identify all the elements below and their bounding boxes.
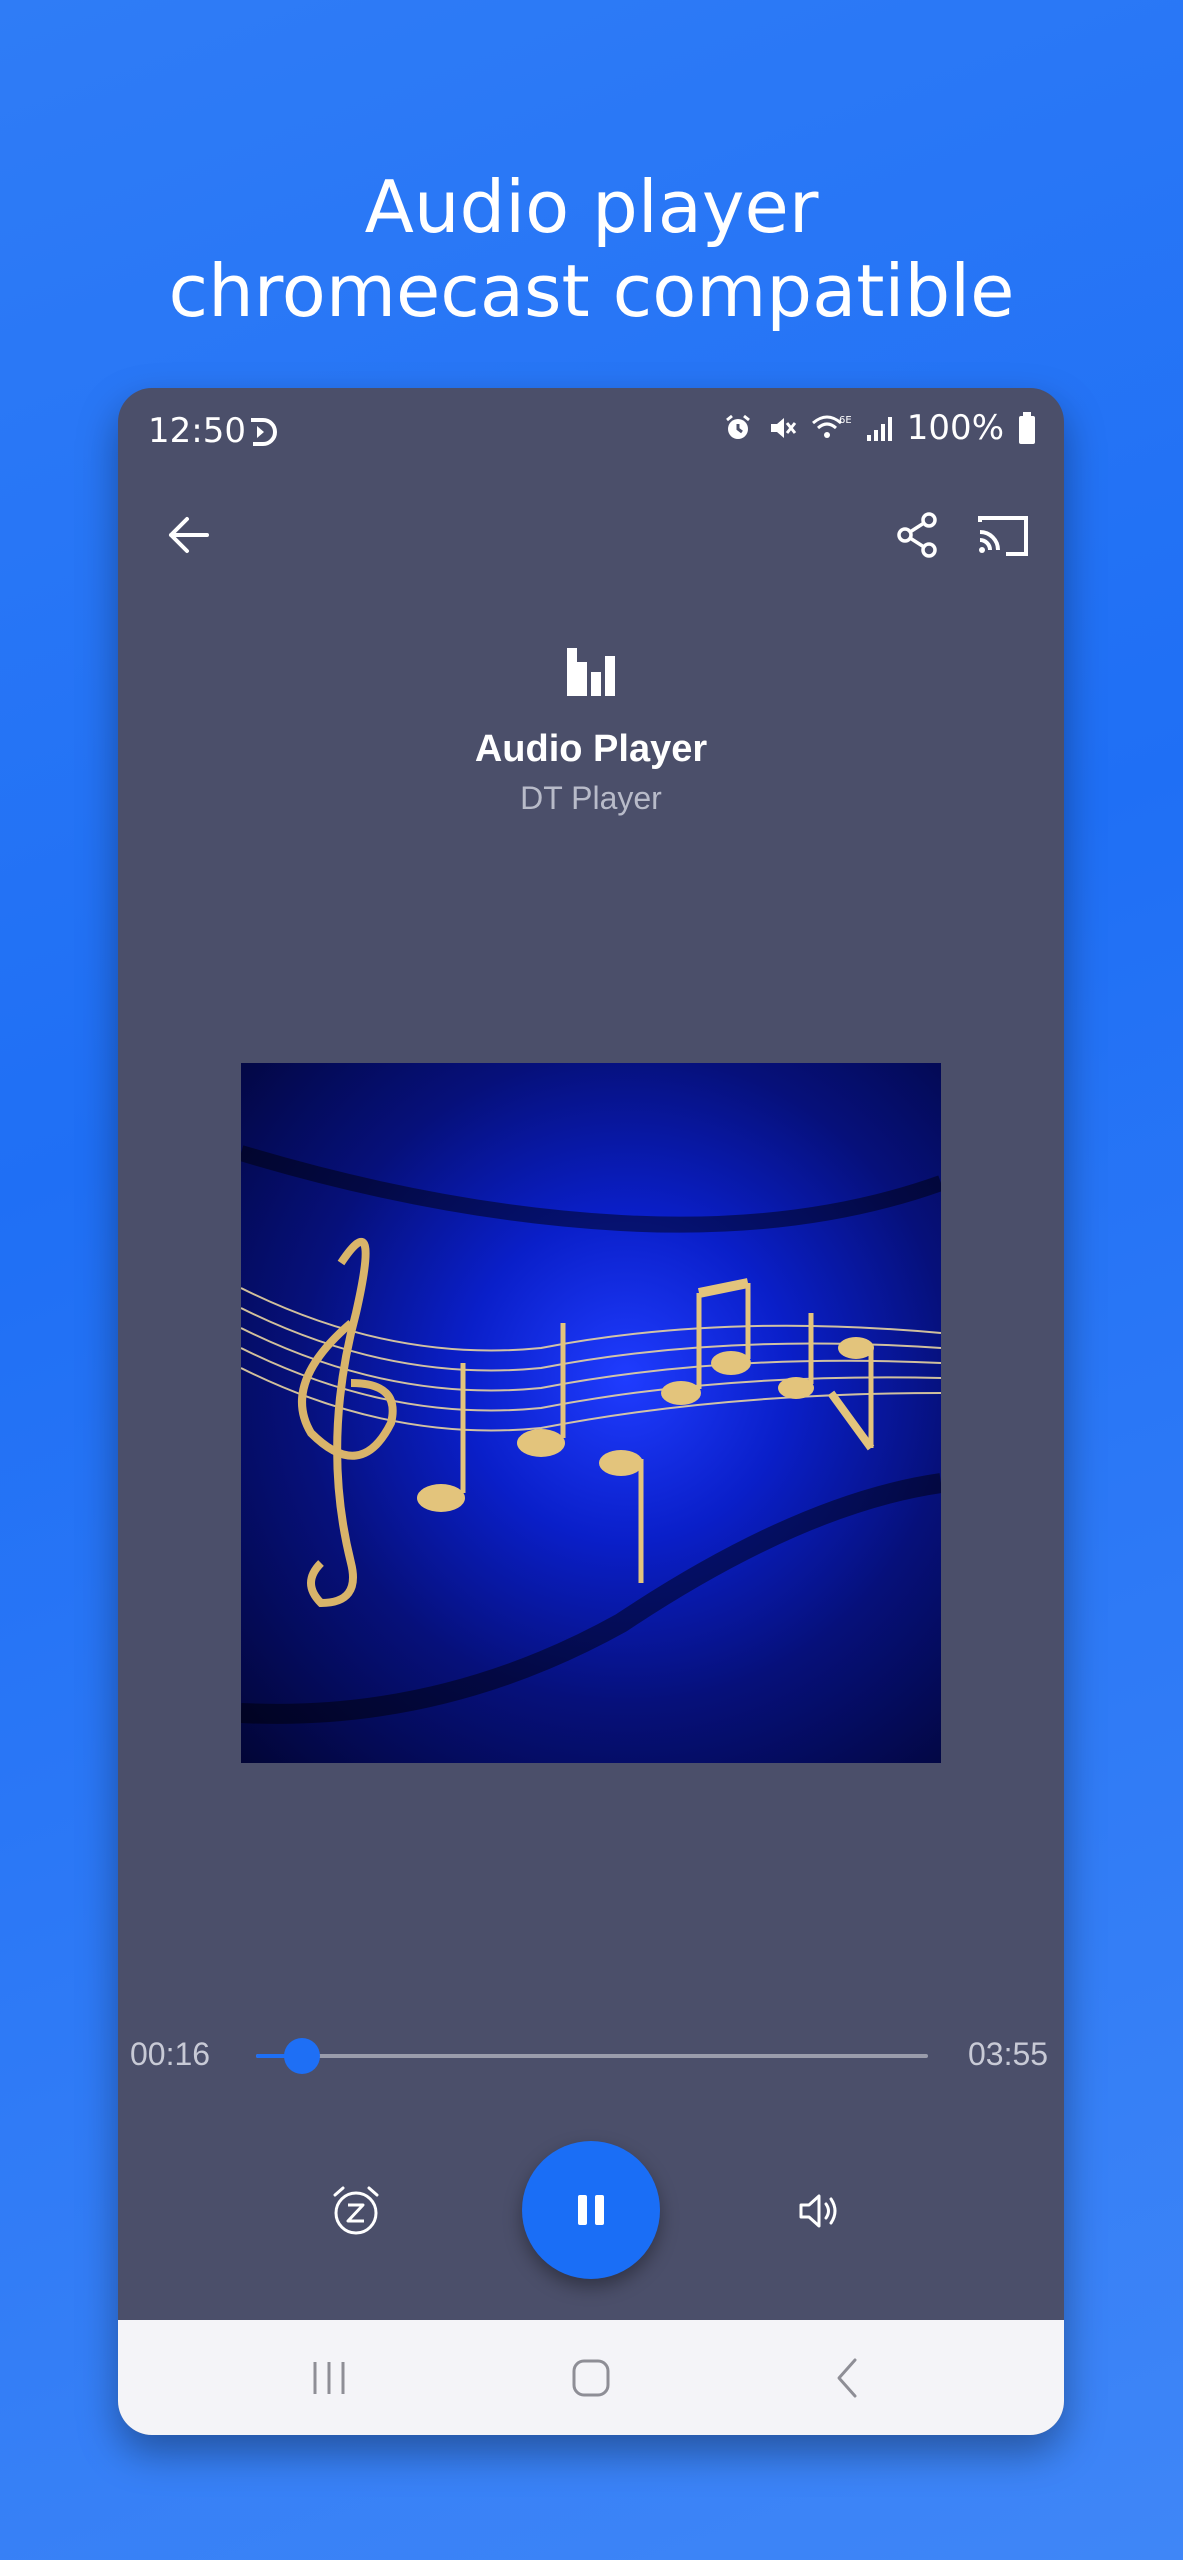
track-artist: DT Player	[520, 780, 662, 816]
recent-apps-button[interactable]	[284, 2340, 374, 2415]
signal-icon	[866, 417, 892, 441]
seek-thumb[interactable]	[283, 2038, 320, 2074]
battery-percent: 100%	[906, 408, 1004, 448]
wifi-6e-icon: 6E	[811, 415, 851, 438]
mute-icon	[770, 418, 796, 438]
total-duration: 03:55	[968, 2036, 1049, 2072]
headline-line-1: Audio player	[364, 165, 819, 249]
phone-screen: 12:50 6E 100% Audio Player DT Player 00:…	[118, 388, 1064, 2435]
headline: Audio player chromecast compatible	[0, 165, 1183, 333]
svg-text:6E: 6E	[839, 415, 851, 426]
system-nav-bar	[118, 2320, 1064, 2435]
pause-icon	[578, 2195, 604, 2225]
alarm-icon	[725, 414, 750, 439]
home-icon	[572, 2359, 610, 2396]
equalizer-icon	[567, 648, 615, 696]
status-bar: 12:50 6E 100%	[118, 388, 1064, 478]
elapsed-time: 00:16	[130, 2036, 211, 2072]
share-icon	[897, 512, 937, 558]
sleep-timer-icon	[333, 2186, 379, 2235]
battery-icon	[1019, 412, 1035, 444]
home-button[interactable]	[546, 2340, 636, 2415]
album-artwork	[241, 1063, 941, 1763]
back-arrow-icon	[169, 517, 209, 553]
headline-line-2: chromecast compatible	[168, 249, 1015, 333]
status-time: 12:50	[148, 411, 246, 451]
back-icon	[837, 2358, 857, 2397]
nav-back-button[interactable]	[804, 2340, 894, 2415]
music-notes-artwork	[241, 1145, 941, 1724]
track-title: Audio Player	[474, 728, 708, 770]
recent-apps-icon	[313, 2361, 345, 2394]
share-button[interactable]	[878, 495, 958, 575]
volume-button[interactable]	[785, 2176, 855, 2246]
volume-icon	[799, 2194, 837, 2228]
seek-bar[interactable]	[256, 2038, 928, 2074]
sleep-timer-button[interactable]	[321, 2176, 391, 2246]
cast-button[interactable]	[963, 495, 1043, 575]
pause-button[interactable]	[522, 2141, 660, 2279]
cast-icon	[978, 516, 1028, 556]
sync-icon	[251, 418, 277, 446]
status-icons: 6E 100%	[723, 408, 1036, 448]
back-button[interactable]	[148, 495, 228, 575]
